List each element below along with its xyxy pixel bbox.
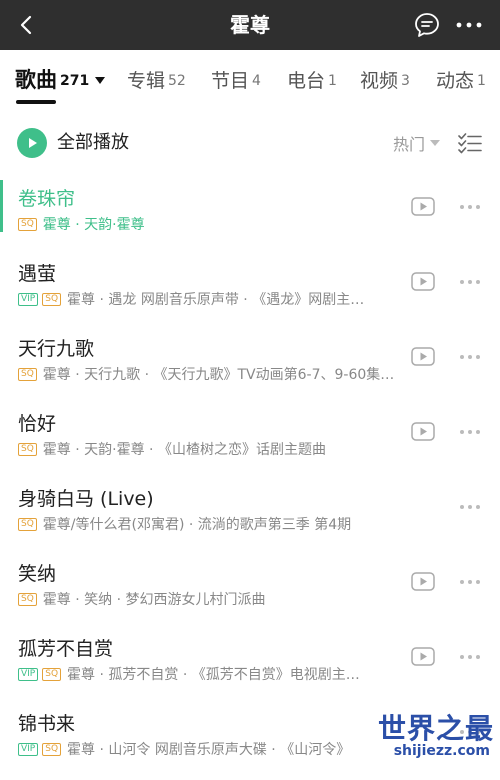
more-dots-icon[interactable] (457, 647, 483, 667)
back-arrow-icon[interactable] (10, 8, 44, 42)
song-meta: SQ 霍尊 · 笑纳 · 梦幻西游女儿村门派曲 (18, 589, 406, 609)
tab-count: 271 (60, 73, 90, 89)
active-tab-indicator (16, 100, 56, 104)
song-info: 霍尊 · 山河令 网剧音乐原声大碟 · 《山河令》 (67, 742, 351, 758)
vip-badge: VIP (18, 742, 39, 756)
tab-label: 动态 (436, 69, 475, 92)
watermark-logo: 世界之最 shijiezz.com (364, 707, 494, 763)
sq-badge: SQ (18, 517, 37, 531)
song-title: 锦书来 (18, 713, 76, 735)
song-row[interactable]: 孤芳不自赏 VIP SQ 霍尊 · 孤芳不自赏 · 《孤芳不自赏》电视剧主… (0, 630, 500, 705)
song-title: 遇萤 (18, 263, 57, 285)
play-circle-icon[interactable] (17, 128, 47, 158)
song-row[interactable]: 卷珠帘 SQ 霍尊 · 天韵·霍尊 (0, 180, 500, 255)
multi-select-icon[interactable] (458, 131, 482, 155)
caret-down-icon[interactable] (95, 76, 106, 84)
more-dots-icon[interactable] (457, 572, 483, 592)
song-title: 身骑白马 (Live) (18, 488, 154, 510)
song-meta: SQ 霍尊 · 天行九歌 · 《天行九歌》TV动画第6-7、9-60集… (18, 364, 406, 384)
song-info: 霍尊/等什么君(邓寓君) · 流淌的歌声第三季 第4期 (42, 517, 352, 533)
song-info: 霍尊 · 天韵·霍尊 · 《山楂树之恋》话剧主题曲 (42, 442, 326, 458)
video-play-icon[interactable] (411, 572, 435, 591)
tab-label: 专辑 (127, 69, 166, 92)
song-meta: SQ 霍尊 · 天韵·霍尊 · 《山楂树之恋》话剧主题曲 (18, 439, 406, 459)
song-row[interactable]: 笑纳 SQ 霍尊 · 笑纳 · 梦幻西游女儿村门派曲 (0, 555, 500, 630)
video-play-icon[interactable] (411, 422, 435, 441)
caret-down-icon (430, 140, 441, 146)
play-all-bar: 全部播放 热门 (0, 118, 500, 168)
song-meta: VIP SQ 霍尊 · 山河令 网剧音乐原声大碟 · 《山河令》 (18, 739, 406, 759)
sq-badge: SQ (42, 667, 62, 681)
song-info: 霍尊 · 天韵·霍尊 (42, 217, 145, 233)
sq-badge: SQ (42, 742, 62, 756)
watermark-title: 世界之最 (377, 712, 494, 745)
video-play-icon[interactable] (411, 197, 435, 216)
more-dots-icon[interactable] (454, 10, 484, 40)
tab-bar: 歌曲 271 专辑 52 节目 4 电台 1 视频 3 动态 1 (0, 50, 500, 108)
top-bar: 霍尊 (0, 0, 500, 50)
tab-label: 电台 (287, 69, 326, 92)
tab-radio[interactable]: 电台 1 (287, 50, 337, 108)
sq-badge: SQ (18, 442, 37, 456)
tab-count: 1 (328, 73, 337, 89)
song-info: 霍尊 · 笑纳 · 梦幻西游女儿村门派曲 (42, 592, 266, 608)
song-info: 霍尊 · 天行九歌 · 《天行九歌》TV动画第6-7、9-60集… (42, 367, 395, 383)
vip-badge: VIP (18, 292, 39, 306)
video-play-icon[interactable] (411, 647, 435, 666)
song-row[interactable]: 遇萤 VIP SQ 霍尊 · 遇龙 网剧音乐原声带 · 《遇龙》网剧主… (0, 255, 500, 330)
more-dots-icon[interactable] (457, 347, 483, 367)
tab-videos[interactable]: 视频 3 (360, 50, 410, 108)
tab-albums[interactable]: 专辑 52 (127, 50, 186, 108)
video-play-icon[interactable] (411, 272, 435, 291)
more-dots-icon[interactable] (457, 197, 483, 217)
song-meta: SQ 霍尊/等什么君(邓寓君) · 流淌的歌声第三季 第4期 (18, 514, 406, 534)
tab-count: 1 (477, 73, 486, 89)
tab-programs[interactable]: 节目 4 (211, 50, 261, 108)
song-info: 霍尊 · 孤芳不自赏 · 《孤芳不自赏》电视剧主… (67, 667, 360, 683)
tab-label: 歌曲 (15, 68, 57, 92)
tab-feed[interactable]: 动态 1 (436, 50, 486, 108)
vip-badge: VIP (18, 667, 39, 681)
play-all-button[interactable]: 全部播放 (57, 118, 129, 168)
song-row[interactable]: 恰好 SQ 霍尊 · 天韵·霍尊 · 《山楂树之恋》话剧主题曲 (0, 405, 500, 480)
video-play-icon[interactable] (411, 347, 435, 366)
song-meta: SQ 霍尊 · 天韵·霍尊 (18, 214, 406, 234)
song-title: 天行九歌 (18, 338, 95, 360)
song-info: 霍尊 · 遇龙 网剧音乐原声带 · 《遇龙》网剧主… (67, 292, 365, 308)
tab-count: 3 (401, 73, 410, 89)
song-title: 孤芳不自赏 (18, 638, 114, 660)
sq-badge: SQ (18, 367, 37, 381)
song-meta: VIP SQ 霍尊 · 孤芳不自赏 · 《孤芳不自赏》电视剧主… (18, 664, 406, 684)
more-dots-icon[interactable] (457, 272, 483, 292)
watermark-url: shijiezz.com (393, 743, 490, 759)
sort-dropdown[interactable]: 热门 (393, 118, 441, 168)
sq-badge: SQ (18, 592, 37, 606)
song-title: 恰好 (18, 413, 57, 435)
sq-badge: SQ (18, 217, 37, 231)
song-row[interactable]: 天行九歌 SQ 霍尊 · 天行九歌 · 《天行九歌》TV动画第6-7、9-60集… (0, 330, 500, 405)
now-playing-indicator (0, 180, 3, 232)
sq-badge: SQ (42, 292, 62, 306)
more-dots-icon[interactable] (457, 497, 483, 517)
tab-count: 4 (252, 73, 261, 89)
tab-label: 节目 (211, 69, 250, 92)
tab-count: 52 (168, 73, 186, 89)
song-row[interactable]: 身骑白马 (Live) SQ 霍尊/等什么君(邓寓君) · 流淌的歌声第三季 第4期 (0, 480, 500, 555)
sort-label: 热门 (393, 135, 426, 154)
more-dots-icon[interactable] (457, 422, 483, 442)
comment-bubble-icon[interactable] (412, 10, 442, 40)
song-title: 卷珠帘 (18, 188, 76, 210)
song-title: 笑纳 (18, 563, 57, 585)
song-meta: VIP SQ 霍尊 · 遇龙 网剧音乐原声带 · 《遇龙》网剧主… (18, 289, 406, 309)
tab-label: 视频 (360, 69, 399, 92)
